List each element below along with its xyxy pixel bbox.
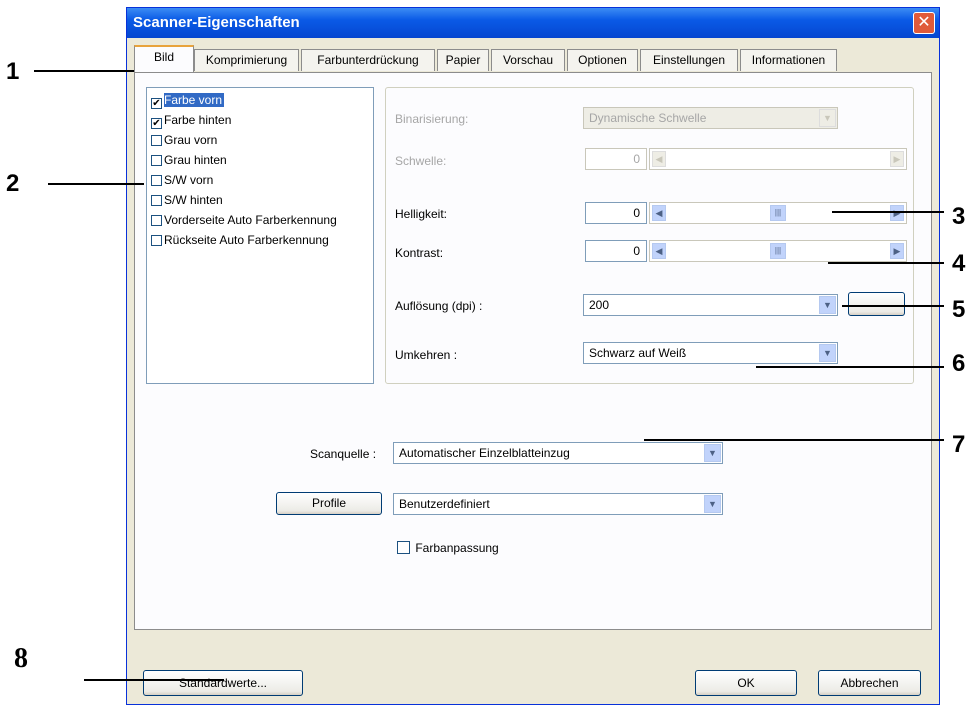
scan-source-label: Scanquelle : xyxy=(310,447,377,461)
arrow-left-icon[interactable]: ◀ xyxy=(652,151,666,167)
tab-einstellungen[interactable]: Einstellungen xyxy=(640,49,738,71)
settings-group xyxy=(385,87,914,384)
tab-bild[interactable]: Bild xyxy=(134,45,194,72)
brightness-input[interactable]: 0 xyxy=(585,202,647,224)
image-type-list[interactable]: ✔ Farbe vorn ✔ Farbe hinten Grau vorn Grau… xyxy=(146,87,374,384)
defaults-button[interactable]: Standardwerte... xyxy=(143,670,303,696)
color-match-label: Farbanpassung xyxy=(415,541,499,555)
callout-2: 2 xyxy=(6,170,20,197)
callout-line-6 xyxy=(756,366,944,368)
slider-thumb[interactable]: ||| xyxy=(770,243,786,259)
callout-5: 5 xyxy=(952,296,966,323)
list-item[interactable]: S/W vorn xyxy=(151,170,213,190)
callout-4: 4 xyxy=(952,250,966,277)
tab-farbunterdrueckung[interactable]: Farbunterdrückung xyxy=(301,49,435,71)
brightness-slider[interactable]: ◀ ||| ▶ xyxy=(649,202,907,224)
title-bar: Scanner-Eigenschaften ✕ xyxy=(127,8,939,38)
arrow-right-icon[interactable]: ▶ xyxy=(890,243,904,259)
invert-select[interactable]: Schwarz auf Weiß ▼ xyxy=(583,342,838,364)
tab-optionen[interactable]: Optionen xyxy=(567,49,638,71)
scan-source-select[interactable]: Automatischer Einzelblatteinzug ▼ xyxy=(393,442,723,464)
callout-line-2 xyxy=(48,183,144,185)
cancel-button[interactable]: Abbrechen xyxy=(818,670,921,696)
threshold-slider[interactable]: ◀ ▶ xyxy=(649,148,907,170)
binarization-select[interactable]: Dynamische Schwelle ▼ xyxy=(583,107,838,129)
tab-vorschau[interactable]: Vorschau xyxy=(491,49,565,71)
checkbox[interactable] xyxy=(151,155,162,166)
callout-line-4 xyxy=(828,262,944,264)
window-title: Scanner-Eigenschaften xyxy=(133,14,300,31)
callout-line-7 xyxy=(644,439,944,441)
chevron-down-icon: ▼ xyxy=(704,444,721,462)
threshold-label: Schwelle: xyxy=(395,154,447,168)
callout-6: 6 xyxy=(952,350,966,377)
list-item[interactable]: Vorderseite Auto Farberkennung xyxy=(151,210,337,230)
callout-1: 1 xyxy=(6,58,20,85)
check-icon: ✔ xyxy=(152,98,161,109)
checkbox[interactable] xyxy=(151,195,162,206)
chevron-down-icon: ▼ xyxy=(819,109,836,127)
checkbox[interactable]: ✔ xyxy=(151,118,162,129)
profile-button[interactable]: Profile xyxy=(276,492,382,515)
chevron-down-icon: ▼ xyxy=(704,495,721,513)
color-match-option[interactable]: Farbanpassung xyxy=(397,541,499,555)
list-item[interactable]: Grau vorn xyxy=(151,130,217,150)
list-item[interactable]: Grau hinten xyxy=(151,150,227,170)
callout-line-5 xyxy=(842,305,944,307)
contrast-slider[interactable]: ◀ ||| ▶ xyxy=(649,240,907,262)
close-button[interactable]: ✕ xyxy=(913,12,935,34)
brightness-label: Helligkeit: xyxy=(395,207,448,221)
binarization-label: Binarisierung: xyxy=(395,112,469,126)
arrow-right-icon[interactable]: ▶ xyxy=(890,205,904,221)
callout-7: 7 xyxy=(952,431,966,458)
callout-3: 3 xyxy=(952,203,966,230)
arrow-left-icon[interactable]: ◀ xyxy=(652,205,666,221)
tab-informationen[interactable]: Informationen xyxy=(740,49,837,71)
resolution-select[interactable]: 200 ▼ xyxy=(583,294,838,316)
slider-thumb[interactable]: ||| xyxy=(770,205,786,221)
chevron-down-icon: ▼ xyxy=(819,296,836,314)
list-item[interactable]: Rückseite Auto Farberkennung xyxy=(151,230,329,250)
arrow-left-icon[interactable]: ◀ xyxy=(652,243,666,259)
callout-line-8 xyxy=(84,679,224,681)
tab-komprimierung[interactable]: Komprimierung xyxy=(194,49,299,71)
callout-8: 8 xyxy=(14,643,28,674)
ok-button[interactable]: OK xyxy=(695,670,797,696)
resolution-more-button[interactable]: ... xyxy=(848,292,905,316)
list-item[interactable]: S/W hinten xyxy=(151,190,223,210)
list-item[interactable]: ✔ Farbe vorn xyxy=(151,90,225,110)
contrast-label: Kontrast: xyxy=(395,246,444,260)
list-item[interactable]: ✔ Farbe hinten xyxy=(151,110,231,130)
tab-papier[interactable]: Papier xyxy=(437,49,489,71)
threshold-input[interactable]: 0 xyxy=(585,148,647,170)
checkbox[interactable] xyxy=(151,235,162,246)
checkbox[interactable] xyxy=(151,215,162,226)
checkbox[interactable]: ✔ xyxy=(151,98,162,109)
color-match-checkbox[interactable] xyxy=(397,541,410,554)
callout-line-3 xyxy=(832,211,944,213)
profile-select[interactable]: Benutzerdefiniert ▼ xyxy=(393,493,723,515)
checkbox[interactable] xyxy=(151,175,162,186)
arrow-right-icon[interactable]: ▶ xyxy=(890,151,904,167)
close-icon: ✕ xyxy=(917,14,931,31)
checkbox[interactable] xyxy=(151,135,162,146)
resolution-label: Auflösung (dpi) : xyxy=(395,299,483,313)
contrast-input[interactable]: 0 xyxy=(585,240,647,262)
check-icon: ✔ xyxy=(152,118,161,129)
invert-label: Umkehren : xyxy=(395,348,458,362)
chevron-down-icon: ▼ xyxy=(819,344,836,362)
